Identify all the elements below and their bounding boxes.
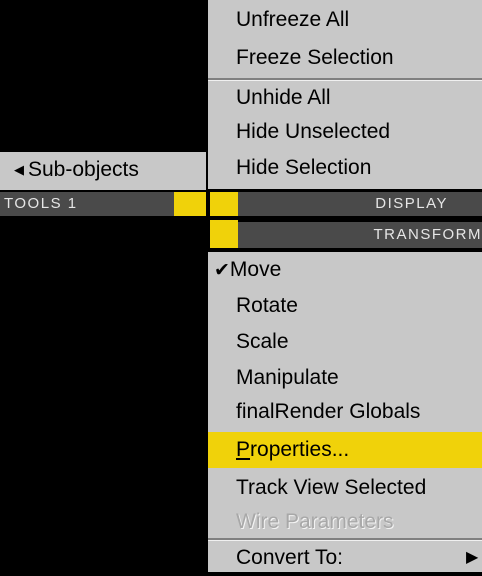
menu-item-manipulate[interactable]: Manipulate bbox=[236, 360, 339, 396]
menu-item-label: roperties... bbox=[250, 438, 349, 461]
menu-item-label: Rotate bbox=[236, 294, 298, 317]
menu-item-label: Manipulate bbox=[236, 366, 339, 389]
quad-marker bbox=[210, 192, 238, 216]
menu-item-unhide-all[interactable]: Unhide All bbox=[236, 80, 331, 116]
menu-item-label: Convert To: bbox=[236, 546, 343, 569]
menu-item-hide-unselected[interactable]: Hide Unselected bbox=[236, 114, 390, 150]
menu-item-properties[interactable]: Properties... bbox=[236, 432, 349, 468]
quad-marker bbox=[210, 220, 238, 248]
menu-item-scale[interactable]: Scale bbox=[236, 324, 289, 360]
menu-item-rotate[interactable]: Rotate bbox=[236, 288, 298, 324]
menu-item-label: Move bbox=[230, 258, 281, 281]
menu-item-label: Track View Selected bbox=[236, 476, 426, 499]
menu-item-label: Freeze Selection bbox=[236, 46, 394, 69]
menu-item-label: Hide Unselected bbox=[236, 120, 390, 143]
header-label: TRANSFORM bbox=[374, 226, 482, 243]
left-arrow-icon: ◀ bbox=[14, 162, 24, 177]
menu-item-sub-objects[interactable]: ◀ Sub-objects bbox=[14, 152, 139, 188]
menu-item-freeze-selection[interactable]: Freeze Selection bbox=[236, 40, 394, 76]
menu-item-convert-to[interactable]: Convert To: bbox=[236, 540, 343, 576]
menu-item-unfreeze-all[interactable]: Unfreeze All bbox=[236, 2, 349, 38]
menu-item-label: Sub-objects bbox=[28, 158, 139, 181]
menu-item-wire-parameters: Wire Parameters bbox=[236, 504, 394, 540]
menu-item-label: Wire Parameters bbox=[236, 510, 394, 533]
submenu-arrow-icon: ▶ bbox=[466, 548, 478, 568]
checkmark-icon: ✔ bbox=[214, 260, 230, 281]
menu-item-label: Unfreeze All bbox=[236, 8, 349, 31]
menu-item-label: Hide Selection bbox=[236, 156, 371, 179]
header-label: DISPLAY bbox=[375, 195, 448, 212]
menu-item-label: Scale bbox=[236, 330, 289, 353]
menu-item-hide-selection[interactable]: Hide Selection bbox=[236, 150, 371, 186]
menu-item-mnemonic: P bbox=[236, 438, 250, 461]
menu-item-label: finalRender Globals bbox=[236, 400, 420, 423]
menu-item-finalrender-globals[interactable]: finalRender Globals bbox=[236, 394, 420, 430]
menu-item-label: Unhide All bbox=[236, 86, 331, 109]
quad-header-transform: TRANSFORM bbox=[238, 222, 482, 248]
quad-marker bbox=[174, 192, 206, 216]
menu-item-track-view-selected[interactable]: Track View Selected bbox=[236, 470, 426, 506]
quad-header-display: DISPLAY bbox=[238, 192, 482, 216]
header-label: TOOLS 1 bbox=[4, 195, 78, 212]
quad-header-tools1: TOOLS 1 bbox=[0, 192, 174, 216]
menu-item-move[interactable]: ✔Move bbox=[214, 252, 281, 288]
